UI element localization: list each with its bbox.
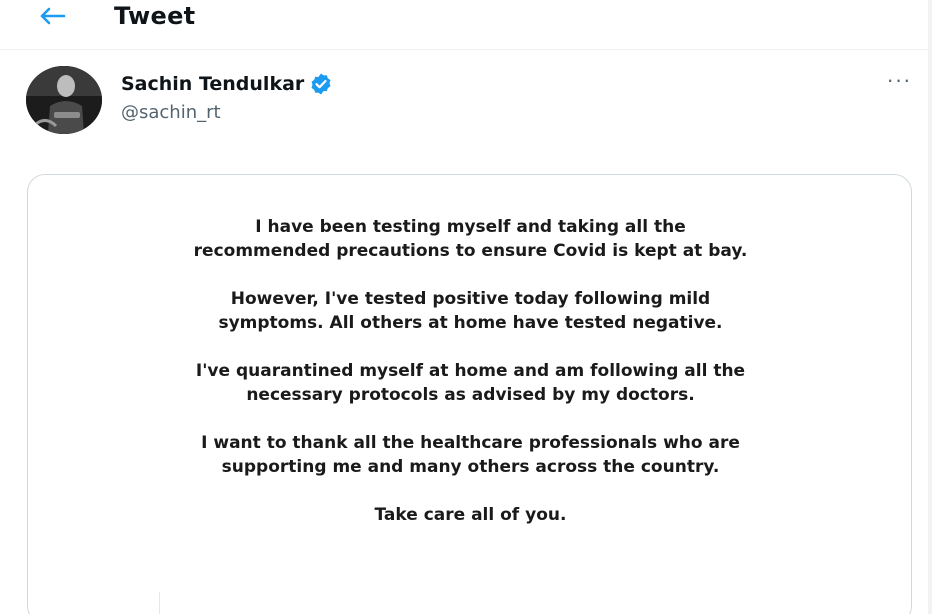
display-name: Sachin Tendulkar (121, 73, 305, 95)
tweet-image-card[interactable]: I have been testing myself and taking al… (27, 174, 912, 614)
statement-paragraph: However, I've tested positive today foll… (218, 289, 723, 333)
statement-paragraph: I've quarantined myself at home and am f… (195, 361, 746, 405)
page-title: Tweet (114, 2, 196, 30)
statement-paragraph: Take care all of you. (374, 505, 567, 525)
scrollbar-track[interactable] (928, 0, 932, 614)
tweet-author: Sachin Tendulkar @sachin_rt ··· (26, 66, 916, 136)
user-handle[interactable]: @sachin_rt (121, 102, 221, 123)
page-header: Tweet (0, 0, 932, 50)
verified-badge-icon (311, 73, 331, 95)
statement-paragraph: I want to thank all the healthcare profe… (201, 433, 740, 477)
statement-text: I have been testing myself and taking al… (28, 215, 913, 551)
more-options-button[interactable]: ··· (884, 69, 914, 94)
display-name-link[interactable]: Sachin Tendulkar (121, 72, 333, 96)
avatar-photo (26, 66, 102, 134)
statement-paragraph: I have been testing myself and taking al… (193, 217, 748, 261)
avatar[interactable] (26, 66, 102, 134)
arrow-left-icon (40, 7, 66, 25)
back-button[interactable] (32, 0, 72, 32)
divider (159, 592, 160, 614)
